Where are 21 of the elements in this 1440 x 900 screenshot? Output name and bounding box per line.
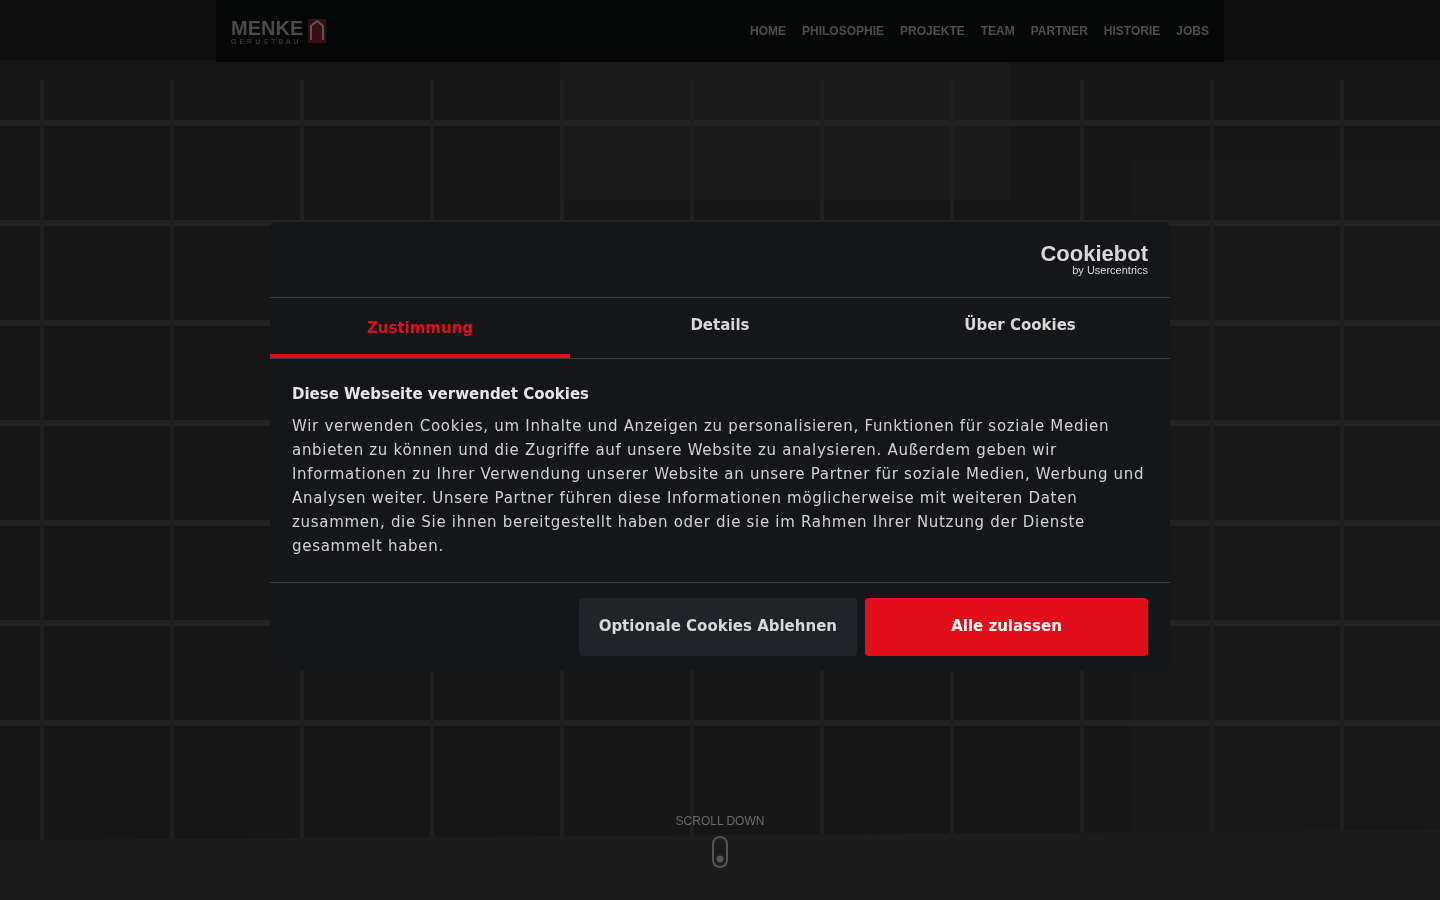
nav-link[interactable]: PHILOSOPHIE: [802, 22, 885, 40]
brand-logo[interactable]: Cookiebot by Usercentrics: [1040, 243, 1148, 276]
logo-icon: [307, 18, 328, 44]
nav-link[interactable]: PARTNER: [1030, 22, 1088, 40]
nav-link[interactable]: HOME: [750, 22, 786, 40]
mouse-icon: [711, 836, 729, 868]
brand-byline: by Usercentrics: [1072, 265, 1148, 276]
accept-button[interactable]: Alle zulassen: [865, 597, 1148, 656]
brand-name: Cookiebot: [1040, 243, 1148, 265]
dialog-tab[interactable]: Zustimmung: [270, 298, 570, 358]
scroll-hint: SCROLL DOWN: [674, 813, 766, 830]
logo-name: MENKE: [231, 17, 304, 38]
nav-link[interactable]: JOBS: [1176, 22, 1209, 40]
dialog-tab[interactable]: Über Cookies: [870, 298, 1170, 358]
dialog-heading: Diese Webseite verwendet Cookies: [292, 384, 591, 405]
nav-link[interactable]: TEAM: [980, 22, 1015, 40]
decline-button[interactable]: Optionale Cookies Ablehnen: [578, 597, 857, 656]
nav-link[interactable]: HISTORIE: [1103, 22, 1161, 40]
dialog-body: Wir verwenden Cookies, um Inhalte und Anzeigen zu personalisieren, Funktionen für soziale Medien anbieten zu können und die Zugriffe auf unsere Website zu analysieren. Außerdem geben wir Informationen zu Ihrer Verwendung unserer Website an unsere Partner für soziale Medien, Werbung und Analysen weiter. Unsere Partner führen diese Informationen möglicherweise mit weiteren Daten zusammen, die Sie ihnen bereitgestellt haben oder die sie im Rahmen Ihrer Nutzung der Dienste gesammelt haben.: [292, 415, 1146, 557]
nav-link[interactable]: PROJEKTE: [900, 22, 965, 40]
dialog-tab[interactable]: Details: [570, 298, 870, 358]
